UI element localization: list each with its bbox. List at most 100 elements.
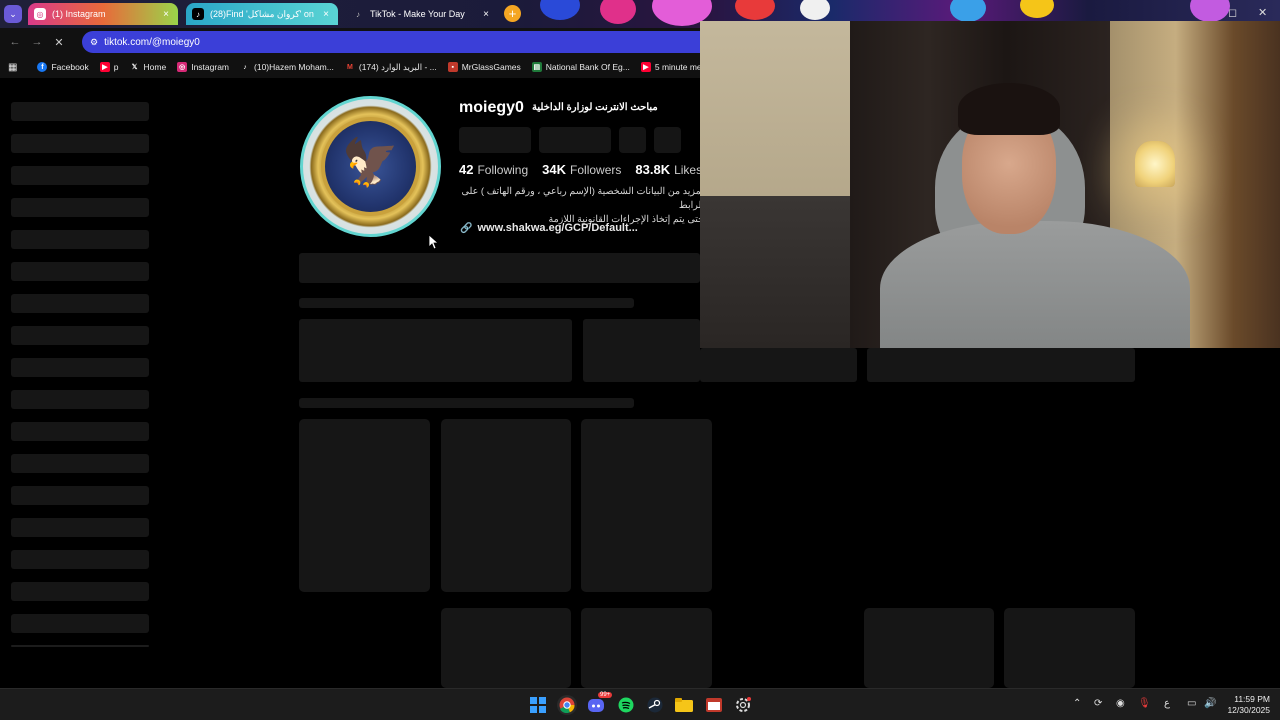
forward-icon[interactable]: → [26,36,48,48]
spotify-icon[interactable] [616,695,636,715]
stat-likes: 83.8K Likes [635,162,702,177]
address-bar[interactable]: ⚙ tiktok.com/@moiegy0 [82,31,700,53]
follow-button-skeleton [459,127,531,153]
tab-label: (28)Find 'كروان مشاكل' on TikTok [210,8,316,19]
discord-tray-icon[interactable]: ◉ [1116,698,1125,709]
new-tab-button[interactable]: + [504,5,521,22]
card-skeleton [299,319,572,382]
webcam-person [880,221,1190,348]
sidebar-skeleton-row [11,454,149,473]
wallpaper-decoration [950,0,986,22]
close-icon[interactable]: × [160,9,172,20]
video-thumbnail-skeleton [441,608,571,688]
windows-start-icon[interactable] [528,695,548,715]
close-icon[interactable]: × [320,9,332,20]
stat-label: Followers [570,163,622,177]
tab-row-skeleton [299,253,700,283]
language-indicator[interactable]: ع [1164,698,1170,709]
sidebar-skeleton-row [11,326,149,345]
tab-search-button[interactable]: ⌄ [4,5,22,23]
settings-gear-icon[interactable] [733,695,753,715]
bookmark-p[interactable]: ▶ p [99,62,119,72]
sidebar-skeleton-row [11,102,149,121]
tab-instagram[interactable]: ◎ (1) Instagram × [28,3,178,25]
volume-icon[interactable]: 🔊 [1204,698,1216,709]
system-clock[interactable]: 11:59 PM 12/30/2025 [1222,694,1270,716]
address-text: tiktok.com/@moiegy0 [104,36,200,48]
tab-tiktok-active[interactable]: ♪ TikTok - Make Your Day × [346,3,498,25]
bookmark-meditation[interactable]: ▶5 minute meditat [640,62,700,72]
action-button-skeleton [654,127,681,153]
wallpaper-decoration [1020,0,1054,18]
wallpaper-decoration [800,0,830,20]
link-icon: 🔗 [460,222,473,234]
sidebar-skeleton-row [11,198,149,217]
bookmark-label: Home [143,62,167,72]
stat-value: 83.8K [635,162,671,177]
card-skeleton [867,348,1135,382]
steam-icon[interactable] [645,695,665,715]
maximize-icon[interactable]: ◻ [1228,6,1237,19]
tiktok-icon: ♪ [243,63,247,71]
profile-username: moiegy0 [459,99,524,116]
profile-avatar[interactable]: 🦅 [300,96,441,237]
text-skeleton [299,398,634,408]
stop-loading-icon[interactable]: ✕ [48,36,70,49]
instagram-icon: ◎ [177,62,188,72]
clock-time: 11:59 PM [1234,694,1270,704]
avatar-emblem: 🦅 [321,117,420,216]
bookmark-gmail[interactable]: M (174) البريد الوارد - ... [345,62,437,73]
webcam-overlay [700,21,1280,348]
action-button-skeleton [619,127,646,153]
windows-taskbar: 99+ ⌃ ⟳ ◉ 🎙 ع ▭ 🔊 11:59 PM 12/30/2025 [0,688,1280,720]
video-thumbnail-skeleton [581,419,712,592]
youtube-icon: ▶ [99,62,110,72]
site-info-icon[interactable]: ⚙ [90,37,98,48]
screen: ⌄ ◎ (1) Instagram × ♪ (28)Find 'كروان مش… [0,0,1280,720]
sidebar-skeleton-row [11,614,149,633]
sidebar-skeleton-row [11,166,149,185]
bookmark-label: Instagram [191,62,230,72]
chevron-up-icon[interactable]: ⌃ [1073,698,1081,709]
bookmark-instagram[interactable]: ◎ Instagram [177,62,229,72]
sidebar-divider [11,645,149,647]
apps-grid-icon[interactable]: ▦ [8,62,17,73]
bookmark-home[interactable]: 𝕏 Home [130,62,167,72]
sidebar-skeleton-row [11,550,149,569]
bookmark-national-bank[interactable]: ▤ National Bank Of Eg... [531,62,630,72]
wallpaper-decoration [540,0,580,20]
stat-label: Following [477,163,529,177]
close-window-icon[interactable]: ✕ [1258,6,1267,19]
stat-label: Likes [674,163,703,177]
microphone-icon[interactable]: 🎙 [1138,698,1151,709]
video-thumbnail-skeleton [1004,608,1135,688]
gmail-icon: M [346,63,353,71]
close-icon[interactable]: × [480,9,492,20]
bookmark-label: National Bank Of Eg... [545,62,630,72]
sidebar-skeleton-row [11,486,149,505]
sidebar-skeleton-row [11,518,149,537]
chrome-icon[interactable] [557,695,577,715]
calendar-app-icon[interactable] [704,695,724,715]
tiktok-icon: ♪ [192,8,204,20]
stat-followers[interactable]: 34K Followers [542,162,621,177]
stat-following[interactable]: 42 Following [459,162,528,177]
file-explorer-icon[interactable] [674,695,694,715]
profile-stats: 42 Following 34K Followers 83.8K Likes [459,162,716,177]
discord-icon[interactable]: 99+ [587,692,613,715]
tab-tiktok-search[interactable]: ♪ (28)Find 'كروان مشاكل' on TikTok × [186,3,338,25]
bookmarks-bar: ▦ f Facebook ▶ p 𝕏 Home ◎ Instagram ♪ (10)Haz… [0,56,700,78]
bookmark-mrglassgames[interactable]: ▪ MrGlassGames [447,62,521,72]
sync-icon[interactable]: ⟳ [1094,698,1102,709]
tab-label: (1) Instagram [52,9,106,19]
bookmark-tiktok[interactable]: ♪ (10)Hazem Moham... [240,62,334,72]
back-icon[interactable]: ← [4,36,26,48]
text-skeleton [299,298,634,308]
profile-bio: لمزيد من البيانات الشخصية (الإسم رباعي ،… [459,185,704,227]
bookmark-label: (174) البريد الوارد - ... [358,61,437,72]
bookmark-facebook[interactable]: f Facebook [37,62,89,72]
wallpaper-decoration [735,0,775,20]
bookmark-label: p [113,62,119,72]
profile-link[interactable]: 🔗 www.shakwa.eg/GCP/Default... [460,222,638,234]
network-icon[interactable]: ▭ [1187,698,1196,709]
